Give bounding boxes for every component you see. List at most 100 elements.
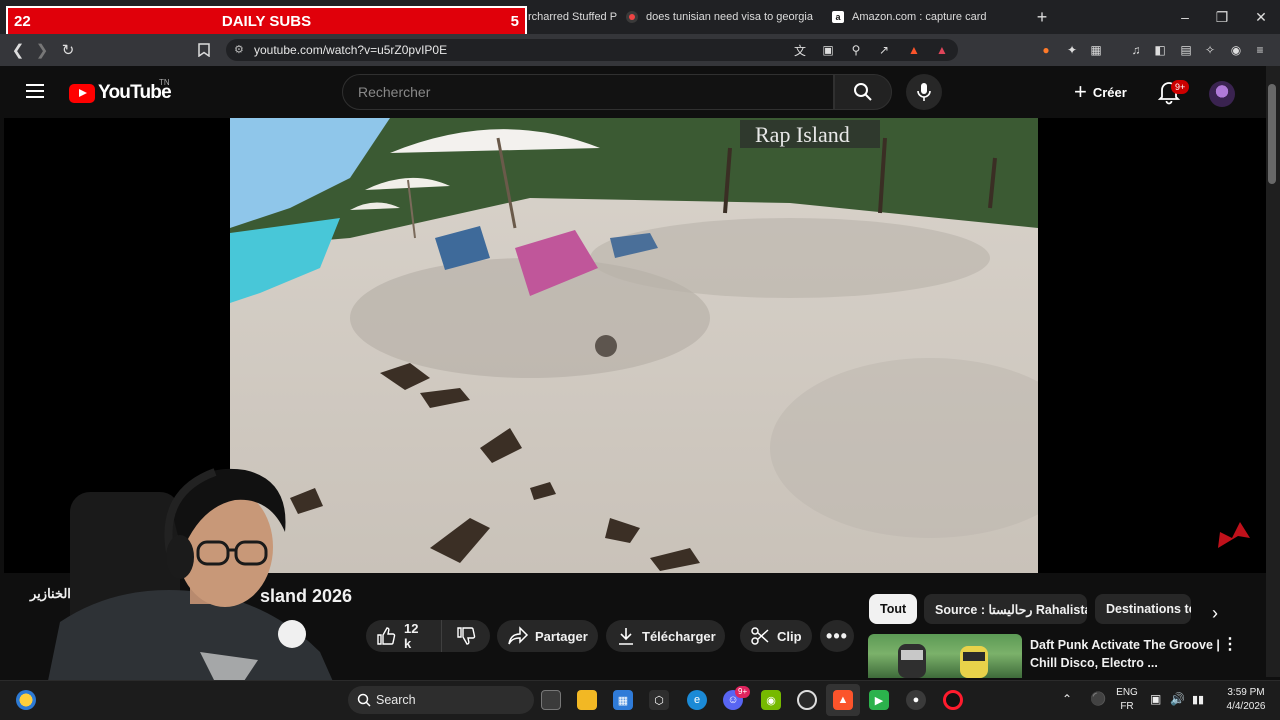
edge-icon[interactable]: e xyxy=(687,690,707,710)
thumbs-down-icon xyxy=(457,627,476,645)
youtube-header: YouTube TN Rechercher + Créer 9+ xyxy=(0,66,1266,118)
subs-label: DAILY SUBS xyxy=(221,13,312,30)
suggested-video-title[interactable]: Daft Punk Activate The Groove | Chill Di… xyxy=(1030,636,1220,672)
brave-browser-icon[interactable]: ▲ xyxy=(833,690,853,710)
chip-all[interactable]: Tout xyxy=(869,594,918,624)
dislike-button[interactable] xyxy=(442,620,490,652)
browser-tab[interactable]: rcharred Stuffed P xyxy=(528,0,618,34)
share-icon[interactable]: ↗ xyxy=(876,42,892,58)
taskbar-search[interactable]: Search xyxy=(348,686,534,714)
brave-rewards-icon[interactable]: ▲ xyxy=(934,42,950,58)
brave-shields-icon[interactable]: ▲ xyxy=(906,42,922,58)
youtube-play-icon xyxy=(69,83,95,103)
share-arrow-icon xyxy=(508,626,529,645)
screenshot-icon[interactable]: ▦ xyxy=(1088,42,1104,58)
amazon-favicon-icon: a xyxy=(832,11,844,23)
media-icon[interactable]: ♫ xyxy=(1128,42,1144,58)
tab-title: rcharred Stuffed P xyxy=(528,11,618,23)
clip-button[interactable]: Clip xyxy=(740,620,812,652)
opera-gx-icon[interactable] xyxy=(943,690,963,710)
wallet-icon[interactable]: ▤ xyxy=(1178,42,1194,58)
shield-favicon-icon xyxy=(626,11,638,23)
tray-overflow-icon[interactable]: ⌃ xyxy=(1062,692,1072,706)
app-cube-icon[interactable]: ⬡ xyxy=(649,690,669,710)
search-input[interactable]: Rechercher xyxy=(342,74,834,110)
restore-icon[interactable]: ❐ xyxy=(1203,0,1241,34)
clock[interactable]: 3:59 PM 4/4/2026 xyxy=(1218,686,1274,714)
tab-title: does tunisian need visa to georgia - I xyxy=(646,11,816,23)
discord-badge: 9+ xyxy=(735,686,751,698)
windows-taskbar xyxy=(0,680,1280,720)
file-explorer-icon[interactable] xyxy=(577,690,597,710)
create-label: Créer xyxy=(1092,84,1127,100)
minimize-icon[interactable]: – xyxy=(1166,0,1204,34)
forward-icon[interactable]: ❯ xyxy=(30,34,54,66)
chip-next-icon[interactable]: › xyxy=(1204,600,1226,626)
tab-title: Amazon.com : capture card xyxy=(852,11,987,23)
new-tab-button[interactable]: + xyxy=(1032,7,1052,27)
taskbar-search-label: Search xyxy=(376,693,416,707)
sparkle-icon[interactable]: ✧ xyxy=(1202,42,1218,58)
clock-date: 4/4/2026 xyxy=(1226,701,1266,712)
controller-icon[interactable]: ● xyxy=(906,690,926,710)
browser-tab[interactable]: does tunisian need visa to georgia - I xyxy=(626,0,816,34)
search-icon xyxy=(854,83,872,101)
voice-search-button[interactable] xyxy=(906,74,942,110)
share-button[interactable]: Partager xyxy=(497,620,598,652)
cast-icon[interactable]: ▣ xyxy=(820,42,836,58)
download-label: Télécharger xyxy=(642,628,716,644)
subs-right-count: 5 xyxy=(510,13,519,30)
sidebar-icon[interactable]: ◧ xyxy=(1152,42,1168,58)
address-bar: ❮ ❯ ↻ ⚙ youtube.com/watch?v=u5rZ0pvIP0E … xyxy=(0,34,1280,66)
suggestion-menu-icon[interactable]: ⋮ xyxy=(1222,636,1238,656)
zoom-icon[interactable]: ⚲ xyxy=(848,42,864,58)
like-count: 12 k xyxy=(404,621,419,651)
extensions-icon[interactable]: ✦ xyxy=(1064,42,1080,58)
clock-time: 3:59 PM xyxy=(1227,687,1265,698)
language-indicator[interactable]: ENG FR xyxy=(1114,686,1140,714)
task-view-icon[interactable] xyxy=(541,690,561,710)
microsoft-store-icon[interactable]: ▦ xyxy=(613,690,633,710)
daily-subs-overlay: 22 DAILY SUBS 5 xyxy=(6,6,527,37)
nvidia-icon[interactable]: ◉ xyxy=(761,690,781,710)
battery-icon[interactable]: ▮▮ xyxy=(1192,693,1204,706)
weather-icon[interactable] xyxy=(16,690,36,710)
more-actions-button[interactable]: ••• xyxy=(820,620,854,652)
back-icon[interactable]: ❮ xyxy=(6,34,30,66)
download-icon xyxy=(619,628,633,645)
network-icon[interactable]: ▣ xyxy=(1150,692,1161,706)
notification-badge: 9+ xyxy=(1171,80,1190,94)
more-dots-icon: ••• xyxy=(826,626,848,646)
plus-icon: + xyxy=(1074,79,1087,104)
browser-menu-icon[interactable]: ≡ xyxy=(1252,42,1268,58)
suggested-video-thumbnail[interactable] xyxy=(868,634,1022,678)
microphone-icon xyxy=(917,83,931,101)
search-icon xyxy=(357,693,371,707)
chip-source[interactable]: Source : رحاليستا Rahalista xyxy=(924,594,1087,624)
youtube-logo[interactable]: YouTube TN xyxy=(69,78,172,104)
site-settings-icon[interactable]: ⚙ xyxy=(234,43,244,56)
chatgpt-icon[interactable] xyxy=(797,690,817,710)
player-arrow-icon[interactable] xyxy=(1214,518,1254,552)
scissors-icon xyxy=(751,627,769,645)
bookmark-icon[interactable] xyxy=(192,34,216,66)
play-app-icon[interactable]: ▶ xyxy=(869,690,889,710)
vpn-icon[interactable]: ◉ xyxy=(1228,42,1244,58)
search-placeholder: Rechercher xyxy=(358,84,431,100)
rap-island-sign-text: Rap Island xyxy=(755,122,850,147)
scrollbar-thumb[interactable] xyxy=(1268,84,1276,184)
account-avatar[interactable] xyxy=(1209,81,1235,107)
hamburger-menu-icon[interactable] xyxy=(26,84,44,98)
chip-destinations[interactable]: Destinations to xyxy=(1095,594,1191,624)
download-button[interactable]: Télécharger xyxy=(606,620,725,652)
reload-icon[interactable]: ↻ xyxy=(56,34,80,66)
create-button[interactable]: + Créer xyxy=(1068,76,1133,108)
volume-icon[interactable]: 🔊 xyxy=(1170,692,1185,706)
close-icon[interactable]: ✕ xyxy=(1242,0,1280,34)
browser-tab[interactable]: a Amazon.com : capture card xyxy=(832,0,1022,34)
search-button[interactable] xyxy=(834,74,892,110)
leo-icon[interactable]: ● xyxy=(1038,42,1054,58)
like-dislike-group: 12 k xyxy=(366,620,490,652)
translate-icon[interactable]: 文 xyxy=(792,42,808,58)
tray-mic-icon[interactable]: ⚫ xyxy=(1090,691,1106,707)
